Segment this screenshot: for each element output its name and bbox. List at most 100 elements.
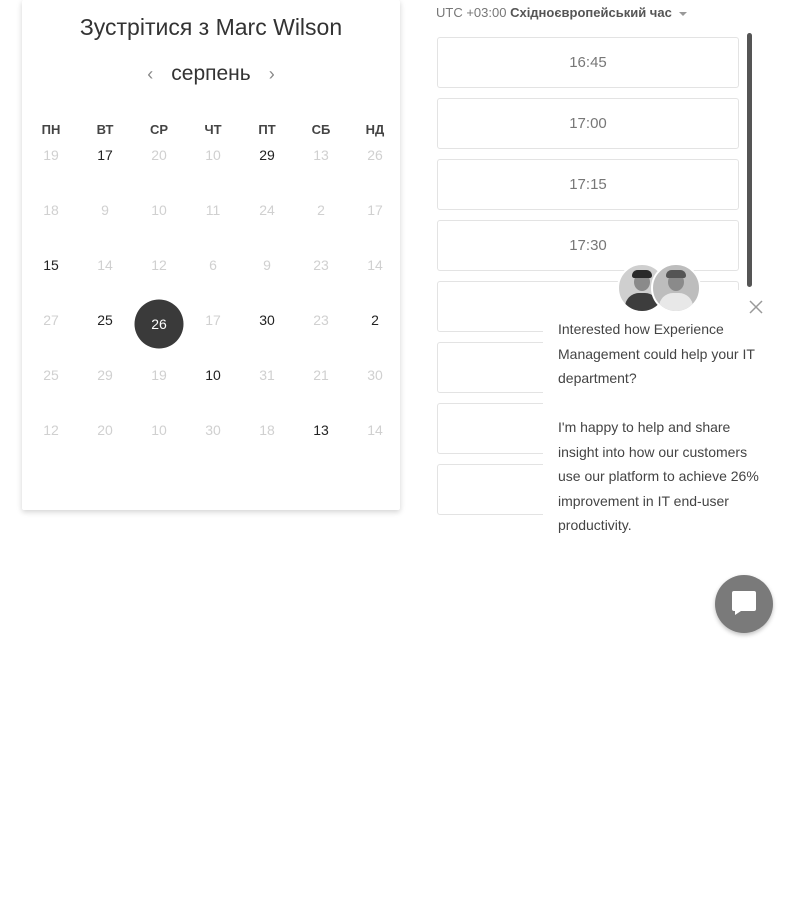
day-number: 26 [367,147,383,163]
day-cell: 24 [240,190,294,245]
day-number: 10 [151,202,167,218]
day-number: 26 [151,316,167,332]
day-number: 30 [259,312,275,328]
day-cell: 29 [78,355,132,410]
day-number: 9 [101,202,109,218]
close-icon[interactable] [748,299,764,315]
day-number: 9 [263,257,271,273]
day-cell: 13 [294,135,348,190]
day-cell: 10 [132,190,186,245]
agent-avatars [617,263,701,313]
day-cell: 23 [294,245,348,300]
chevron-left-icon[interactable]: ‹ [143,65,157,83]
day-cell[interactable]: 15 [24,245,78,300]
chat-bubble-icon [729,587,759,622]
chat-launcher-button[interactable] [715,575,773,633]
caret-down-icon [679,11,688,16]
day-number: 19 [43,147,59,163]
day-number: 17 [97,147,113,163]
month-label: серпень [171,62,251,85]
time-slot[interactable]: 17:15 [437,159,739,210]
day-cell: 27 [24,300,78,355]
day-number: 10 [205,147,221,163]
day-number: 12 [43,422,59,438]
avatar [651,263,701,313]
day-cell[interactable]: 25 [78,300,132,355]
chat-message-intro: Interested how Experience Management cou… [558,321,755,386]
calendar-title: Зустрітися з Marc Wilson [79,14,343,40]
day-number: 23 [313,257,329,273]
day-number: 10 [151,422,167,438]
day-number: 29 [259,147,275,163]
day-number: 12 [151,257,167,273]
day-cell: 21 [294,355,348,410]
chevron-right-icon[interactable]: › [265,65,279,83]
day-number: 14 [367,422,383,438]
day-cell: 12 [132,245,186,300]
day-cell: 23 [294,300,348,355]
day-number: 15 [43,257,59,273]
timezone-selector[interactable]: UTC +03:00 Східноєвропейський час [436,5,688,20]
day-number: 23 [313,312,329,328]
day-number: 20 [151,147,167,163]
day-number: 19 [151,367,167,383]
day-cell[interactable]: 30 [240,300,294,355]
day-number: 31 [259,367,275,383]
day-cell[interactable]: 17 [78,135,132,190]
day-cell: 10 [132,410,186,465]
days-grid: 19 17 20 10 29 13 26 18 9 10 11 24 2 17 15 14 12 6 9 23 14 27… [24,135,404,465]
day-number: 18 [43,202,59,218]
day-cell: 30 [348,355,402,410]
day-number: 18 [259,422,275,438]
day-cell: 31 [240,355,294,410]
day-cell: 14 [348,245,402,300]
day-cell: 18 [240,410,294,465]
day-number: 14 [97,257,113,273]
day-cell: 12 [24,410,78,465]
month-navigation: ‹ серпень › [22,62,400,86]
day-cell: 25 [24,355,78,410]
day-number: 29 [97,367,113,383]
time-slot[interactable]: 17:00 [437,98,739,149]
day-cell: 2 [294,190,348,245]
day-cell: 18 [24,190,78,245]
day-cell: 19 [132,355,186,410]
time-slot[interactable]: 16:45 [437,37,739,88]
day-number: 6 [209,257,217,273]
day-cell: 9 [78,190,132,245]
day-number: 10 [205,367,221,383]
day-number: 2 [371,312,379,328]
day-cell: 6 [186,245,240,300]
day-cell-selected[interactable]: 26 [132,299,186,355]
day-cell: 17 [186,300,240,355]
day-number: 14 [367,257,383,273]
day-cell: 30 [186,410,240,465]
day-number: 27 [43,312,59,328]
day-cell[interactable]: 29 [240,135,294,190]
day-cell[interactable]: 2 [348,300,402,355]
day-number: 21 [313,367,329,383]
day-cell[interactable]: 13 [294,410,348,465]
day-cell: 11 [186,190,240,245]
calendar-card: Зустрітися з Marc Wilson ‹ серпень › ПН … [22,0,400,510]
day-number: 2 [317,202,325,218]
time-slot-scrollbar[interactable] [747,33,752,287]
day-number: 20 [97,422,113,438]
timezone-name: Східноєвропейський час [510,5,672,20]
day-number: 25 [97,312,113,328]
chat-message: Interested how Experience Management cou… [558,317,763,538]
chat-message-offer: I'm happy to help and share insight into… [558,419,759,533]
day-number: 30 [205,422,221,438]
day-number: 13 [313,147,329,163]
day-number: 30 [367,367,383,383]
day-number: 11 [205,202,221,218]
day-number: 13 [313,422,329,438]
day-number: 17 [367,202,383,218]
timezone-offset: UTC +03:00 [436,5,507,20]
day-number: 24 [259,202,275,218]
day-cell: 14 [348,410,402,465]
day-cell: 26 [348,135,402,190]
day-cell: 20 [78,410,132,465]
day-cell: 17 [348,190,402,245]
day-cell[interactable]: 10 [186,355,240,410]
